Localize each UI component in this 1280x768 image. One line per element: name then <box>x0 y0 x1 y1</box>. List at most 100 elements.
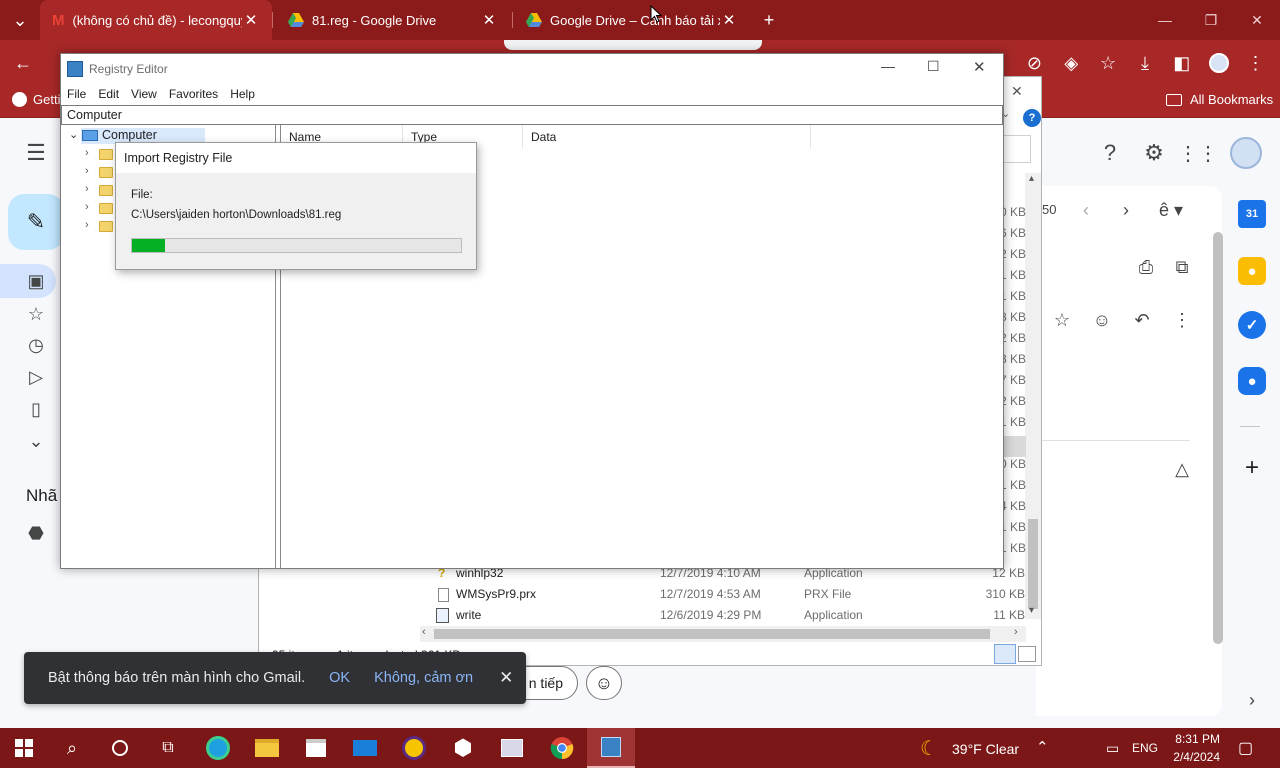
close-window-icon[interactable]: ✕ <box>1234 0 1280 40</box>
hamburger-menu-icon[interactable]: ☰ <box>24 140 48 165</box>
bookmark-getting-started[interactable]: Getti <box>12 92 60 107</box>
menu-dots-icon[interactable]: ⋮ <box>1240 48 1270 78</box>
menu-edit[interactable]: Edit <box>98 87 119 101</box>
folder-icon[interactable] <box>99 185 113 196</box>
more-vert-icon[interactable]: ⋮ <box>1170 308 1194 332</box>
folder-icon[interactable] <box>99 203 113 214</box>
virtualbox-cube-icon[interactable]: ⬢ <box>439 728 487 768</box>
toast-ok-button[interactable]: OK <box>329 670 350 686</box>
expand-chevron-icon[interactable]: › <box>85 201 89 213</box>
toast-decline-button[interactable]: Không, cảm ơn <box>374 670 473 686</box>
cortana-icon[interactable] <box>96 728 144 768</box>
tasks-icon[interactable]: ✓ <box>1238 311 1266 339</box>
menu-file[interactable]: File <box>67 87 86 101</box>
expand-chevron-icon[interactable]: › <box>85 183 89 195</box>
emoji-reaction-button[interactable]: ☺ <box>586 666 622 700</box>
address-bar[interactable]: Computer <box>61 105 1003 125</box>
clock-icon[interactable]: ◷ <box>24 333 48 357</box>
calendar-icon[interactable]: 31 <box>1238 200 1266 228</box>
expand-chevron-icon[interactable]: › <box>85 219 89 231</box>
keep-icon[interactable]: ● <box>1238 257 1266 285</box>
chrome-icon[interactable] <box>538 728 586 768</box>
file-row[interactable]: WMSysPr9.prx 12/7/2019 4:53 AM PRX File … <box>420 583 1025 604</box>
star-icon[interactable]: ☆ <box>1050 308 1074 332</box>
settings-gear-icon[interactable]: ⚙ <box>1142 140 1166 165</box>
add-to-drive-icon[interactable]: △ <box>1170 457 1194 481</box>
folder-icon[interactable] <box>99 221 113 232</box>
column-data[interactable]: Data <box>523 125 811 149</box>
close-icon[interactable]: ✕ <box>973 58 986 76</box>
label-tag-icon[interactable]: ⬣ <box>24 521 48 545</box>
large-icons-view-icon[interactable] <box>1018 646 1036 662</box>
weather-text[interactable]: 39°F Clear <box>952 741 1019 757</box>
norton-icon[interactable] <box>390 728 438 768</box>
contacts-icon[interactable]: ● <box>1238 367 1266 395</box>
scroll-up-icon[interactable]: ▴ <box>1029 173 1034 184</box>
language-indicator[interactable]: ENG <box>1132 741 1158 755</box>
inbox-icon[interactable]: ▣ <box>24 269 48 293</box>
expand-side-panel-icon[interactable]: › <box>1240 688 1264 712</box>
expand-chevron-icon[interactable]: › <box>85 165 89 177</box>
account-avatar[interactable] <box>1230 137 1262 169</box>
expand-more-icon[interactable]: ⌄ <box>24 429 48 453</box>
draft-file-icon[interactable]: ▯ <box>24 397 48 421</box>
restore-icon[interactable]: ❐ <box>1188 0 1234 40</box>
minimize-icon[interactable]: — <box>1142 0 1188 40</box>
collapse-chevron-icon[interactable]: ⌄ <box>69 128 78 141</box>
folder-icon[interactable] <box>99 167 113 178</box>
profile-avatar-icon[interactable] <box>1204 48 1234 78</box>
scroll-right-icon[interactable]: › <box>1014 626 1018 638</box>
tab-drive-warning[interactable]: Google Drive – Cảnh báo tải xuống ✕ <box>514 0 750 40</box>
scroll-thumb[interactable] <box>1028 519 1038 609</box>
chevron-right-icon[interactable]: › <box>1114 198 1138 222</box>
regedit-taskbar-icon[interactable] <box>587 728 635 768</box>
apps-grid-icon[interactable]: ⋮⋮ <box>1178 141 1218 165</box>
print-icon[interactable]: ⎙ <box>1134 255 1158 279</box>
file-explorer-icon[interactable] <box>243 728 291 768</box>
close-icon[interactable]: ✕ <box>720 11 738 29</box>
tab-gmail[interactable]: M (không có chủ đề) - lecongquyet ✕ <box>40 0 272 40</box>
menu-favorites[interactable]: Favorites <box>169 87 218 101</box>
menu-view[interactable]: View <box>131 87 157 101</box>
star-icon[interactable]: ☆ <box>24 302 48 326</box>
close-icon[interactable]: ✕ <box>242 11 260 29</box>
chevron-left-icon[interactable]: ‹ <box>1074 198 1098 222</box>
all-bookmarks[interactable]: All Bookmarks <box>1166 92 1273 107</box>
back-arrow-icon[interactable]: ← <box>8 48 38 78</box>
open-new-window-icon[interactable]: ⧉ <box>1170 255 1194 279</box>
add-addon-icon[interactable]: + <box>1240 454 1264 481</box>
store-icon[interactable] <box>292 728 340 768</box>
file-row[interactable]: write 12/6/2019 4:29 PM Application 11 K… <box>420 604 1025 625</box>
details-view-icon[interactable] <box>994 644 1016 664</box>
notification-center-icon[interactable]: ▢ <box>1238 738 1253 758</box>
new-tab-icon[interactable]: + <box>754 5 784 35</box>
network-icon[interactable]: ▭ <box>1106 740 1119 757</box>
download-icon[interactable]: ⤓ <box>1130 48 1160 78</box>
menu-help[interactable]: Help <box>230 87 255 101</box>
folder-icon[interactable] <box>99 149 113 160</box>
scroll-thumb[interactable] <box>434 629 990 639</box>
input-tools-icon[interactable]: ê ▾ <box>1154 198 1188 222</box>
close-icon[interactable]: ✕ <box>1011 83 1023 100</box>
minimize-icon[interactable]: — <box>881 58 895 74</box>
close-icon[interactable]: ✕ <box>480 11 498 29</box>
maximize-icon[interactable]: ☐ <box>927 58 940 75</box>
clock-time[interactable]: 8:31 PM <box>1172 732 1220 746</box>
vertical-scrollbar[interactable]: ▴ ▾ <box>1025 173 1041 619</box>
help-icon[interactable]: ? <box>1098 140 1122 165</box>
edge-icon[interactable] <box>194 728 242 768</box>
page-scrollbar[interactable] <box>1213 232 1223 644</box>
side-panel-icon[interactable]: ◧ <box>1167 48 1197 78</box>
extension-diamond-icon[interactable]: ◈ <box>1056 48 1086 78</box>
tray-chevron-up-icon[interactable]: ⌃ <box>1036 738 1049 756</box>
scroll-left-icon[interactable]: ‹ <box>422 626 426 638</box>
tab-search-chevron-icon[interactable]: ⌄ <box>5 5 35 35</box>
emoji-icon[interactable]: ☺ <box>1090 308 1114 332</box>
registry-app-icon[interactable] <box>488 728 536 768</box>
compose-button[interactable]: ✎ <box>8 194 64 250</box>
reply-icon[interactable]: ↶ <box>1130 308 1154 332</box>
tab-drive-file[interactable]: 81.reg - Google Drive ✕ <box>276 0 510 40</box>
clock-date[interactable]: 2/4/2024 <box>1172 750 1220 764</box>
star-bookmark-icon[interactable]: ☆ <box>1093 48 1123 78</box>
mail-icon[interactable] <box>341 728 389 768</box>
